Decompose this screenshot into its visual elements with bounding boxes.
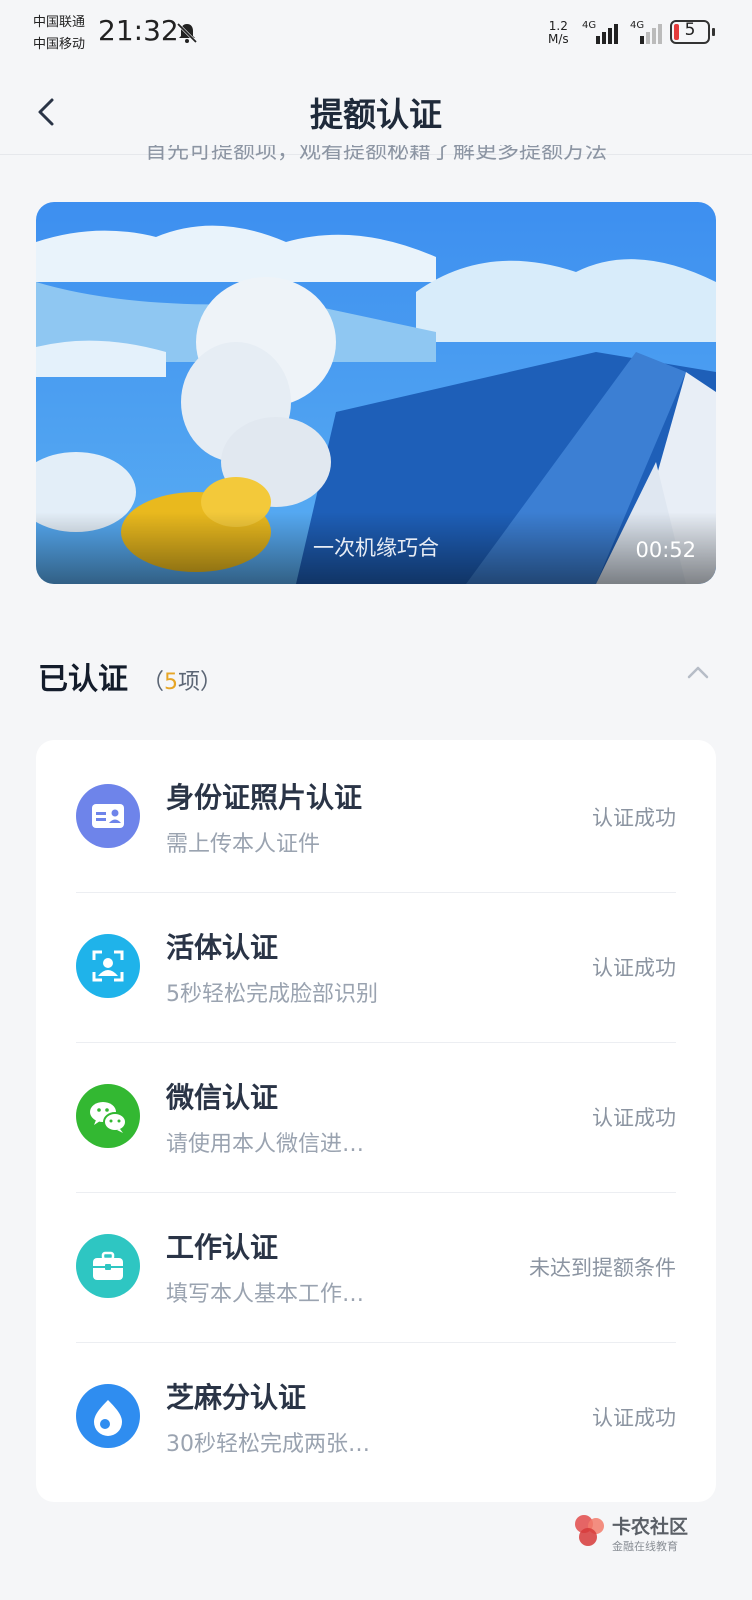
item-title: 身份证照片认证 — [166, 781, 363, 814]
community-logo-icon — [575, 1515, 604, 1546]
list-item-liveness[interactable]: 活体认证 5秒轻松完成脸部识别 认证成功 — [76, 890, 676, 1043]
network-speed: 1.2 M/s — [548, 19, 569, 46]
briefcase-icon — [76, 1234, 140, 1298]
item-title: 芝麻分认证 — [166, 1381, 307, 1414]
hint-text: 首先可提额项，观看提额秘籍了解更多提额方法 — [144, 145, 607, 164]
list-item-wechat[interactable]: 微信认证 请使用本人微信进… 认证成功 — [76, 1040, 676, 1193]
item-subtitle: 需上传本人证件 — [166, 832, 321, 857]
battery-level: 5 — [684, 20, 696, 40]
item-status: 认证成功 — [592, 806, 676, 830]
watermark-logo: 卡农社区 金融在线教育 — [572, 1512, 722, 1556]
carrier-2: 中国移动 — [33, 37, 86, 52]
carrier-1: 中国联通 — [33, 15, 86, 30]
list-item-work[interactable]: 工作认证 填写本人基本工作… 未达到提额条件 — [76, 1190, 676, 1343]
nav-bar: 提额认证 — [0, 70, 752, 155]
watermark-name: 卡农社区 — [612, 1516, 689, 1538]
status-bar: 中国联通 中国移动 21:32 1.2 M/s 4G 4G 5 — [0, 0, 752, 70]
chevron-up-icon[interactable] — [686, 664, 710, 680]
item-subtitle: 5秒轻松完成脸部识别 — [166, 982, 378, 1007]
sesame-icon — [76, 1384, 140, 1448]
video-duration: 00:52 — [635, 538, 696, 562]
status-time: 21:32 — [98, 14, 179, 47]
battery-icon: 5 — [670, 20, 710, 44]
list-item-id-photo[interactable]: 身份证照片认证 需上传本人证件 认证成功 — [76, 740, 676, 893]
face-scan-icon — [76, 934, 140, 998]
item-status: 认证成功 — [592, 1106, 676, 1130]
wechat-icon — [76, 1084, 140, 1148]
id-card-icon — [76, 784, 140, 848]
network-type-2: 4G — [630, 20, 644, 31]
watermark-tagline: 金融在线教育 — [612, 1540, 678, 1553]
item-status: 认证成功 — [592, 956, 676, 980]
network-type-1: 4G — [582, 20, 596, 31]
item-title: 工作认证 — [166, 1231, 279, 1264]
page-title: 提额认证 — [310, 95, 442, 134]
video-caption: 一次机缘巧合 — [313, 536, 439, 560]
item-status: 认证成功 — [592, 1406, 676, 1430]
item-title: 微信认证 — [166, 1081, 279, 1114]
item-subtitle: 30秒轻松完成两张… — [166, 1432, 370, 1457]
item-subtitle: 填写本人基本工作… — [166, 1282, 365, 1307]
item-subtitle: 请使用本人微信进… — [166, 1132, 365, 1157]
verified-section-header[interactable]: 已认证 （5项） — [38, 654, 718, 698]
item-status: 未达到提额条件 — [529, 1256, 676, 1280]
carrier-info: 中国联通 中国移动 — [33, 12, 85, 56]
signal-icon-2: 4G — [630, 20, 662, 44]
verification-list: 身份证照片认证 需上传本人证件 认证成功 活体认证 5秒轻松完成脸部识别 认证成… — [36, 740, 716, 1502]
list-item-sesame[interactable]: 芝麻分认证 30秒轻松完成两张… 认证成功 — [76, 1340, 676, 1492]
video-player[interactable]: 一次机缘巧合 00:52 — [36, 202, 716, 584]
item-title: 活体认证 — [166, 931, 279, 964]
section-title: 已认证 — [38, 662, 128, 697]
mute-bell-icon — [176, 22, 198, 44]
signal-icon: 4G — [582, 20, 618, 44]
video-thumbnail — [36, 202, 716, 584]
verified-count: （5项） — [142, 670, 223, 695]
